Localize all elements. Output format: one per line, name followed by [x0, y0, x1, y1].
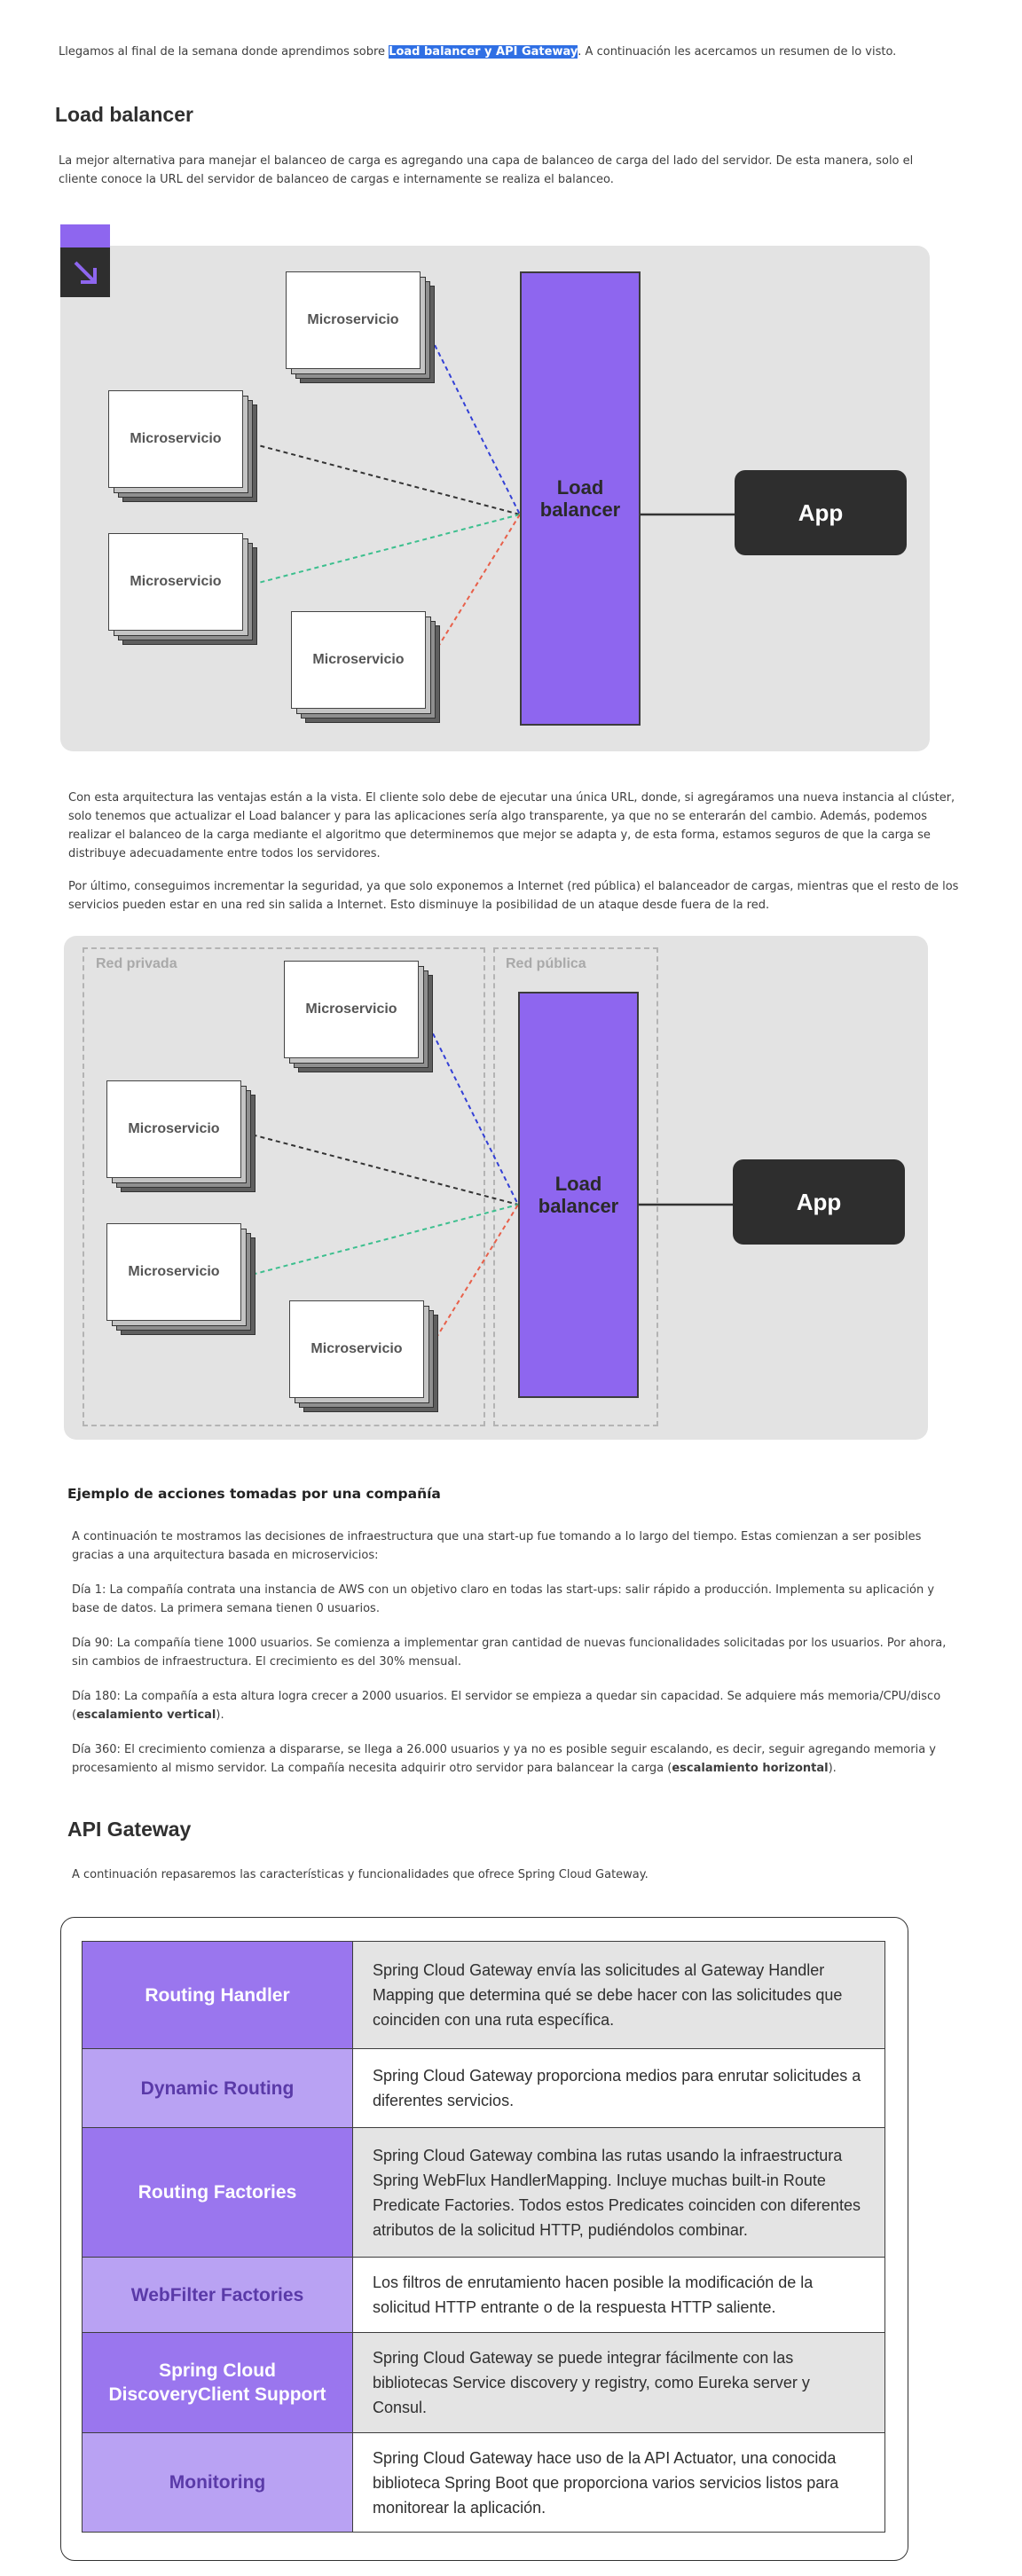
table-row: Routing Factories Spring Cloud Gateway c… [83, 2128, 884, 2258]
microservice-card: Microservicio [289, 1300, 438, 1412]
table-row: Routing Handler Spring Cloud Gateway env… [83, 1942, 884, 2049]
feature-description: Spring Cloud Gateway combina las rutas u… [353, 2128, 884, 2257]
load-balancer-label: Load balancer [538, 1173, 619, 1217]
network-diagram: Red privada Red pública Microservicio Mi… [0, 0, 1022, 1455]
feature-description: Spring Cloud Gateway se puede integrar f… [353, 2333, 884, 2432]
day180-paragraph: Día 180: La compañía a esta altura logra… [72, 1687, 959, 1724]
microservice-label: Microservicio [289, 1300, 424, 1398]
company-example-title: Ejemplo de acciones tomadas por una comp… [67, 1486, 441, 1502]
day90-paragraph: Día 90: La compañía tiene 1000 usuarios.… [72, 1637, 947, 1669]
feature-name: Spring Cloud DiscoveryClient Support [83, 2333, 353, 2432]
day180-bold: escalamiento vertical [76, 1708, 216, 1722]
feature-name: Routing Factories [83, 2128, 353, 2257]
company-example-intro: A continuación te mostramos las decision… [72, 1530, 922, 1562]
app-box: App [733, 1159, 905, 1245]
app-label: App [796, 1188, 842, 1215]
link-ms4 [427, 1204, 519, 1353]
feature-description: Spring Cloud Gateway envía las solicitud… [353, 1942, 884, 2048]
microservice-card: Microservicio [284, 961, 433, 1072]
link-ms1 [421, 1011, 519, 1206]
table-row: WebFilter Factories Los filtros de enrut… [83, 2258, 884, 2333]
day360-paragraph: Día 360: El crecimiento comienza a dispa… [72, 1740, 959, 1778]
day360-end: ). [828, 1762, 837, 1775]
feature-name: Monitoring [83, 2433, 353, 2532]
microservice-label: Microservicio [106, 1080, 241, 1178]
api-gateway-table: Routing Handler Spring Cloud Gateway env… [82, 1941, 885, 2533]
api-gateway-intro: A continuación repasaremos las caracterí… [72, 1868, 649, 1881]
feature-description: Los filtros de enrutamiento hacen posibl… [353, 2258, 884, 2332]
link-ms3 [244, 1204, 519, 1277]
table-row: Spring Cloud DiscoveryClient Support Spr… [83, 2333, 884, 2433]
microservice-card: Microservicio [106, 1223, 256, 1335]
microservice-card: Microservicio [106, 1080, 256, 1192]
microservice-label: Microservicio [284, 961, 419, 1058]
link-ms2 [244, 1132, 519, 1206]
day360-bold: escalamiento horizontal [672, 1762, 829, 1775]
feature-description: Spring Cloud Gateway hace uso de la API … [353, 2433, 884, 2532]
api-gateway-title: API Gateway [67, 1818, 192, 1841]
feature-name: Dynamic Routing [83, 2049, 353, 2127]
day180-end: ). [216, 1708, 224, 1722]
microservice-label: Microservicio [106, 1223, 241, 1321]
load-balancer-box: Load balancer [518, 992, 639, 1398]
feature-name: Routing Handler [83, 1942, 353, 2048]
table-row: Monitoring Spring Cloud Gateway hace uso… [83, 2433, 884, 2532]
table-row: Dynamic Routing Spring Cloud Gateway pro… [83, 2049, 884, 2128]
day1-paragraph: Día 1: La compañía contrata una instanci… [72, 1583, 935, 1615]
feature-description: Spring Cloud Gateway proporciona medios … [353, 2049, 884, 2127]
feature-name: WebFilter Factories [83, 2258, 353, 2332]
